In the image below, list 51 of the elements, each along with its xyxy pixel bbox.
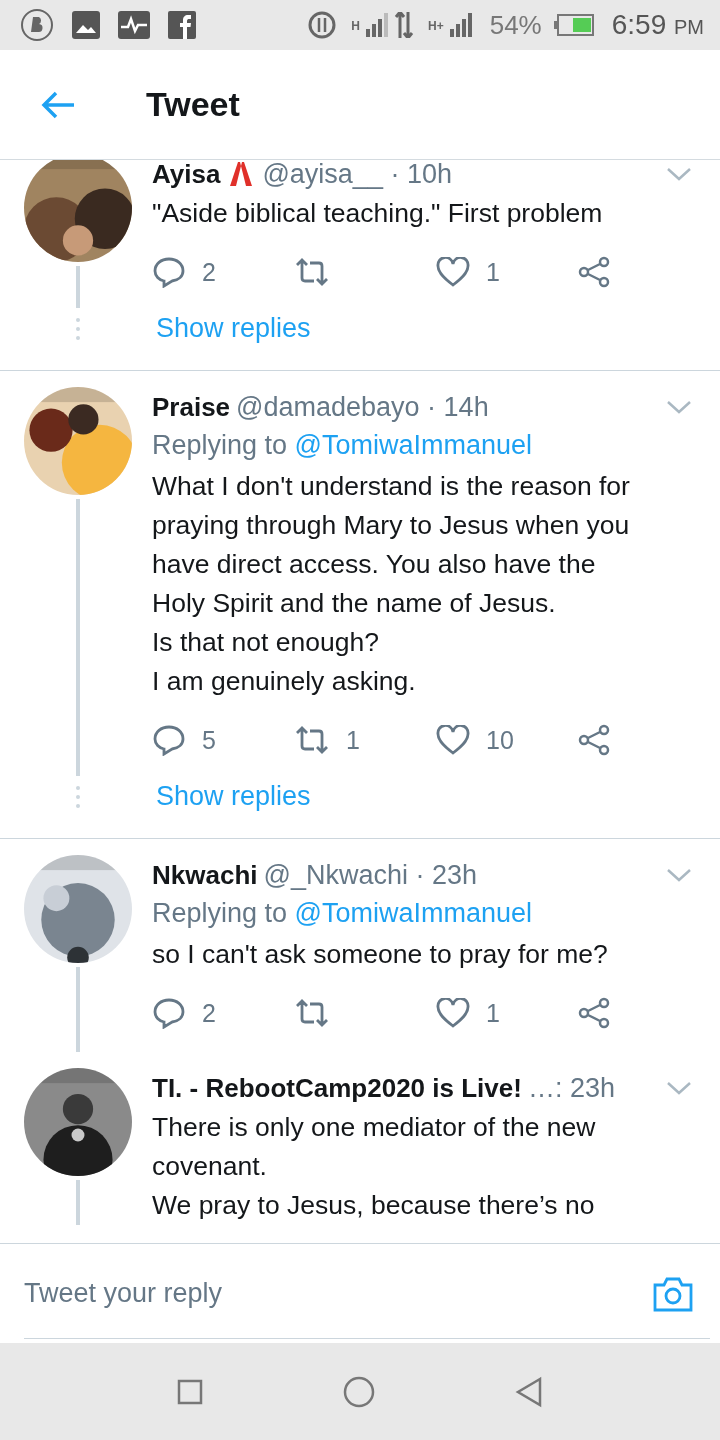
retweet-icon[interactable] xyxy=(294,257,330,287)
clock: 6:59 PM xyxy=(611,9,704,41)
user-name[interactable]: Praise xyxy=(152,391,231,423)
signal-icon xyxy=(366,13,388,37)
back-arrow-icon[interactable] xyxy=(40,89,76,120)
reply-count: 5 xyxy=(202,725,216,755)
signal-icon xyxy=(449,13,472,37)
activity-icon xyxy=(118,11,150,39)
tweet-text: "Aside biblical teaching." First problem xyxy=(152,197,604,230)
reply-icon[interactable] xyxy=(152,256,186,288)
battery-percent: 54% xyxy=(489,9,542,41)
replying-to-text: Replying to @TomiwaImmanuel xyxy=(152,429,534,462)
reply-icon[interactable] xyxy=(152,997,186,1029)
retweet-icon[interactable] xyxy=(294,725,330,755)
handle-and-time: @damadebayo · 14h xyxy=(236,391,489,423)
network-label: H+ xyxy=(428,19,444,33)
user-name[interactable]: Ayisa xyxy=(152,160,221,190)
replying-to-text: Replying to @TomiwaImmanuel xyxy=(152,897,534,930)
tweet-text: There is only one mediator of the new covenant. We pray to Jesus, because there’s no xyxy=(152,1111,597,1222)
heart-icon[interactable] xyxy=(436,725,470,755)
like-count: 1 xyxy=(486,257,500,287)
share-icon[interactable] xyxy=(578,997,610,1029)
reply-count: 2 xyxy=(202,998,216,1028)
share-icon[interactable] xyxy=(578,724,610,756)
reply-count: 2 xyxy=(202,257,216,287)
share-icon[interactable] xyxy=(578,256,610,288)
back-icon[interactable] xyxy=(515,1375,543,1408)
handle-and-time: @_Nkwachi · 23h xyxy=(263,859,477,891)
recent-apps-icon[interactable] xyxy=(177,1378,203,1405)
page-title: Tweet xyxy=(146,85,240,124)
heart-icon[interactable] xyxy=(436,998,470,1028)
retweet-icon[interactable] xyxy=(294,998,330,1028)
home-icon[interactable] xyxy=(343,1375,375,1408)
browser-icon xyxy=(20,8,54,42)
handle-and-time: @ayisa__ · 10h xyxy=(262,160,452,190)
data-transfer-icon xyxy=(394,12,414,38)
facebook-icon xyxy=(168,11,196,39)
image-icon xyxy=(72,11,100,39)
data-saver-icon xyxy=(307,10,338,40)
heart-icon[interactable] xyxy=(436,257,470,287)
tweet-text: so I can't ask someone to pray for me? xyxy=(152,938,609,971)
handle-and-time: …: 23h xyxy=(527,1072,615,1104)
reply-icon[interactable] xyxy=(152,724,186,756)
tweet-text: What I don't understand is the reason for praying through Mary to Jesus when you have direct access. You also have the Holy Spirit and the name of Jesus. Is that not enough? I am genuinely asking. xyxy=(152,470,631,698)
retweet-count: 1 xyxy=(346,725,360,755)
user-name[interactable]: Nkwachi xyxy=(152,859,258,891)
user-name[interactable]: TI. - RebootCamp2020 is Live! xyxy=(152,1072,522,1104)
like-count: 10 xyxy=(486,725,514,755)
like-count: 1 xyxy=(486,998,500,1028)
network-label: H xyxy=(351,19,360,33)
battery-icon xyxy=(553,14,594,36)
